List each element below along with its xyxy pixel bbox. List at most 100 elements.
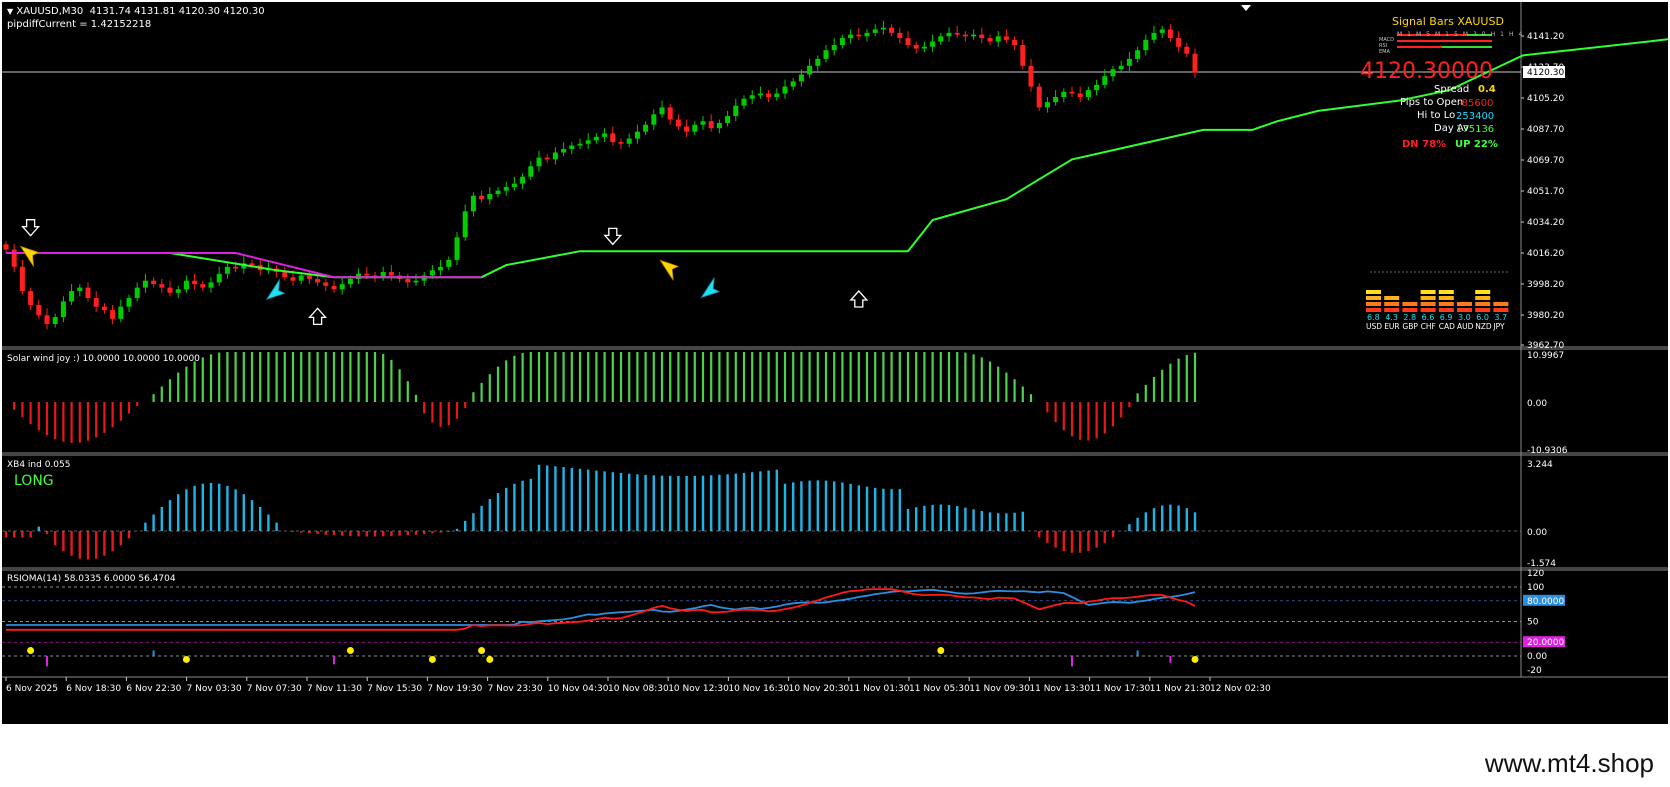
candle-body (101, 306, 107, 311)
strength-segment (1402, 308, 1418, 312)
rsioma-axis-label: 120 (1527, 569, 1544, 579)
candle-body (77, 287, 83, 292)
candle-body (1077, 93, 1083, 97)
xb4-axis-label: 0.00 (1527, 528, 1547, 538)
candle-body (593, 136, 599, 141)
candle-body (3, 244, 9, 250)
candle-body (208, 282, 214, 288)
candle-body (1135, 50, 1141, 59)
candle-body (913, 45, 919, 49)
candle-body (290, 277, 296, 281)
candle-body (675, 119, 681, 127)
strength-value: 6.8 (1367, 313, 1380, 322)
down-arrow-icon (21, 219, 41, 237)
strength-segment (1438, 296, 1454, 300)
candle-body (1143, 39, 1149, 51)
candle-body (60, 301, 66, 318)
candle-body (602, 133, 608, 137)
candle-body (807, 65, 813, 75)
chart-shift-marker[interactable] (1241, 5, 1251, 11)
candle-body (429, 270, 435, 276)
candle-body (618, 142, 624, 144)
chart-window[interactable]: 4141.204123.704105.204087.704069.704051.… (2, 2, 1668, 724)
candle-body (897, 32, 903, 39)
price-axis-label: 3962.70 (1527, 341, 1564, 351)
candle-body (462, 211, 468, 238)
candle-body (216, 273, 222, 283)
strength-segment (1457, 302, 1472, 306)
candle-body (1012, 39, 1018, 46)
sell-signal-arrow-icon (659, 259, 680, 281)
candle-body (167, 287, 173, 293)
strength-currency: GBP (1402, 322, 1418, 331)
candle-body (667, 107, 673, 120)
chart-menu-icon[interactable]: ▼ (7, 7, 13, 16)
candle-body (864, 32, 870, 37)
candle-body (577, 143, 583, 146)
candle-body (200, 284, 206, 288)
candle-body (85, 287, 91, 299)
candle-body (52, 317, 58, 325)
candle-body (684, 126, 690, 132)
time-axis-label: 6 Nov 22:30 (126, 684, 181, 694)
rsioma-axis-label: -20 (1527, 666, 1542, 676)
rsioma-axis-label: 100 (1527, 583, 1544, 593)
candle-body (741, 98, 747, 106)
candle-body (1069, 91, 1075, 94)
terminal-window: 4141.204123.704105.204087.704069.704051.… (0, 0, 1670, 787)
candle-body (798, 74, 804, 82)
xb4-label: XB4 ind 0.055 (7, 460, 71, 470)
strength-segment (1475, 302, 1491, 306)
candle-body (987, 38, 993, 42)
strength-currency: USD (1366, 322, 1382, 331)
time-axis-label: 11 Nov 01:30 (849, 684, 910, 694)
buy-signal-arrow-icon (265, 279, 286, 301)
strength-currency: EUR (1384, 322, 1399, 331)
time-axis-label: 6 Nov 18:30 (66, 684, 121, 694)
candle-body (659, 107, 665, 115)
candle-body (708, 121, 714, 129)
candle-body (233, 266, 239, 269)
candle-body (872, 29, 878, 33)
candle-body (790, 81, 796, 87)
candle-body (479, 195, 485, 200)
strength-segment (1420, 302, 1436, 306)
candle-body (93, 298, 99, 307)
strength-segment (1420, 296, 1436, 300)
strength-segment (1438, 308, 1454, 312)
candle-body (749, 95, 755, 99)
rsioma-signal-dot (27, 646, 35, 654)
candle-body (1176, 38, 1182, 47)
strength-segment (1475, 308, 1491, 312)
candle-body (585, 140, 591, 144)
strength-segment (1457, 308, 1472, 312)
strength-segment (1493, 302, 1509, 306)
rsioma-axis-label: 0.00 (1527, 652, 1547, 662)
strength-value: 3.7 (1494, 313, 1507, 322)
strength-segment (1420, 308, 1436, 312)
strength-currency: AUD (1457, 322, 1474, 331)
candle-body (733, 105, 739, 117)
strength-currency: NZD (1475, 322, 1492, 331)
sell-signal-arrow-icon (19, 245, 40, 267)
price-axis-label: 4016.20 (1527, 249, 1564, 259)
strength-currency: CHF (1421, 322, 1436, 331)
candle-body (626, 138, 632, 144)
strength-currency: JPY (1492, 322, 1505, 331)
strength-value: 4.3 (1385, 313, 1398, 322)
candle-body (282, 272, 288, 278)
candle-body (979, 34, 985, 39)
candle-body (848, 34, 854, 39)
candle-body (766, 93, 772, 97)
strength-segment (1493, 308, 1509, 312)
strength-segment (1402, 302, 1418, 306)
candle-body (651, 114, 657, 125)
strength-segment (1438, 302, 1454, 306)
rsioma-hist-bar (1136, 650, 1139, 656)
candle-body (28, 291, 34, 305)
candle-body (511, 183, 517, 188)
solar-axis-label: -10.9306 (1527, 446, 1568, 456)
candle-body (446, 259, 452, 267)
rsioma-main-line (6, 588, 1196, 631)
candle-body (126, 298, 132, 307)
